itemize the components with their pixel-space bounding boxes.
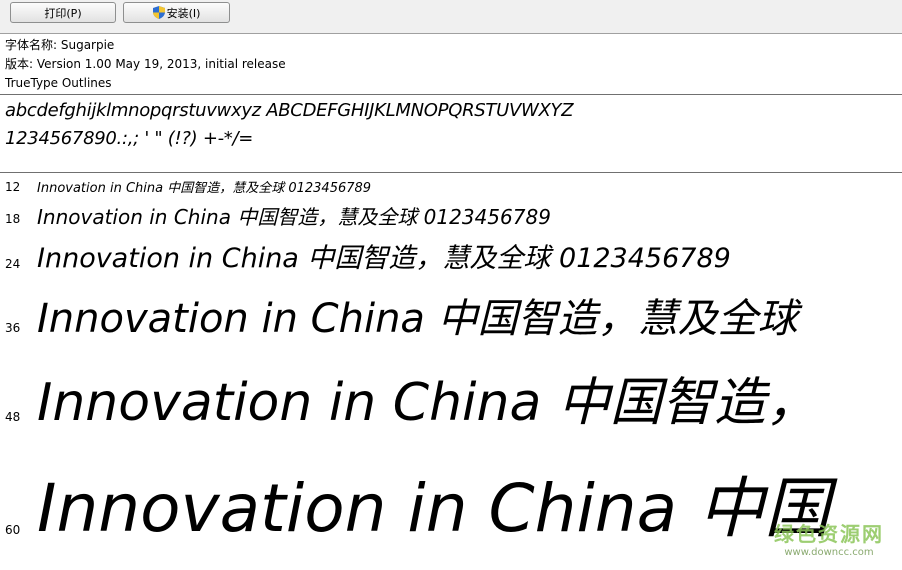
size-label: 48 [5,410,21,424]
size-label: 36 [5,321,21,335]
watermark-name: 绿色资源网 [774,522,884,546]
font-info: 字体名称: Sugarpie 版本: Version 1.00 May 19, … [5,36,286,93]
size-label: 12 [5,180,21,194]
sample-text: Innovation in China 中国智造， [37,373,818,433]
install-button-label: 安装(I) [166,6,201,20]
sample-text: Innovation in China 中国智造，慧及全球 0123456789 [37,181,372,196]
sample-text: Innovation in China 中国智造，慧及全球 0123456789 [37,243,731,274]
size-label: 60 [5,523,21,537]
divider [0,94,902,95]
watermark-url: www.downcc.com [784,547,874,558]
sample-text: Innovation in China 中国智造，慧及全球 0123456789 [37,205,551,229]
toolbar: 打印(P) 安装(I) [0,0,902,34]
font-name: 字体名称: Sugarpie [5,38,115,52]
charset-letters: abcdefghijklmnopqrstuvwxyz ABCDEFGHIJKLM… [5,100,574,121]
character-set-preview: abcdefghijklmnopqrstuvwxyz ABCDEFGHIJKLM… [5,97,574,153]
charset-digits-symbols: 1234567890.:,; ' " (!?) +-*/= [5,128,254,149]
font-outline-type: TrueType Outlines [5,76,112,90]
sample-text: Innovation in China 中国智造，慧及全球 [37,296,798,342]
print-button[interactable]: 打印(P) [10,2,116,23]
watermark: 绿色资源网 www.downcc.com [774,518,884,558]
uac-shield-icon [152,6,165,19]
size-label: 18 [5,212,21,226]
sample-text: Innovation in China 中国 [37,470,831,547]
divider [0,172,902,173]
install-button[interactable]: 安装(I) [123,2,230,23]
size-label: 24 [5,257,21,271]
print-button-label: 打印(P) [44,6,82,20]
font-version: 版本: Version 1.00 May 19, 2013, initial r… [5,57,286,71]
